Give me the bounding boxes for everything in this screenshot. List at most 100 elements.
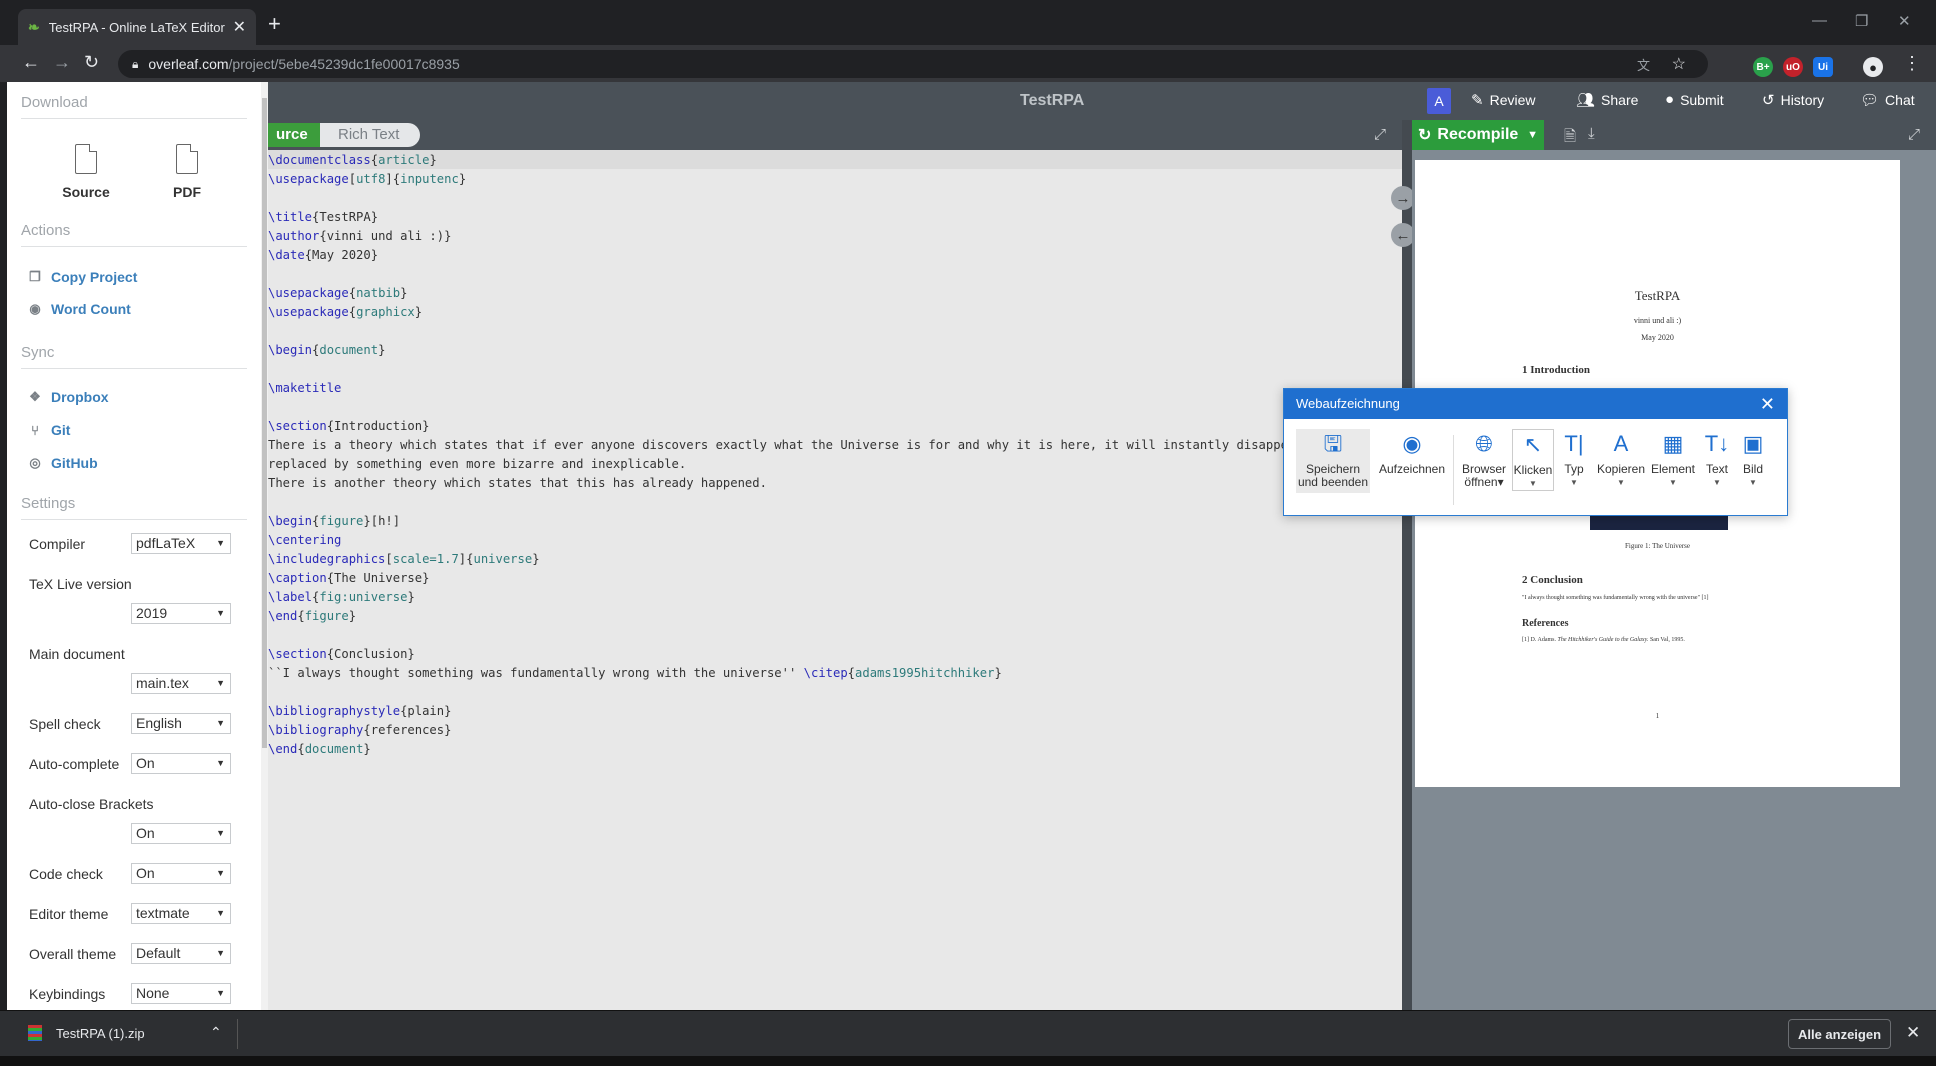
open-browser-button[interactable]: 🌐︎ Browser öffnen▾ xyxy=(1460,429,1508,489)
copy-button[interactable]: A Kopieren ▼ xyxy=(1596,429,1646,489)
save-and-exit-button[interactable]: 🖫︎ Speichern und beenden xyxy=(1296,429,1370,493)
expand-icon[interactable]: ⤢ xyxy=(1908,126,1920,143)
address-bar-row: ← → ↻ 🔒︎ overleaf.com /project/5ebe45239… xyxy=(0,45,1936,82)
close-icon[interactable]: ✕ xyxy=(1906,1023,1920,1043)
element-button[interactable]: ▦ Element ▼ xyxy=(1650,429,1696,489)
compiler-value: pdfLaTeX xyxy=(136,535,196,551)
chevron-down-icon: ▼ xyxy=(216,538,225,548)
github-icon: ◎ xyxy=(29,455,41,470)
reference-title: The Hitchhiker's Guide to the Galaxy. xyxy=(1557,637,1649,643)
reference-author: [1] D. Adams. xyxy=(1522,637,1556,643)
texlive-select[interactable]: 2019 ▼ xyxy=(131,603,231,624)
pdf-file-icon xyxy=(176,144,198,174)
save-label-2: und beenden xyxy=(1297,475,1369,489)
code-content[interactable]: \documentclass{article} \usepackage[utf8… xyxy=(268,151,1354,759)
image-icon: ▣ xyxy=(1742,431,1764,456)
review-button[interactable]: ✎ Review xyxy=(1471,91,1535,109)
translate-icon[interactable]: 文 xyxy=(1637,55,1650,74)
download-pdf-icon[interactable]: ⤓ xyxy=(1588,125,1595,142)
keybindings-value: None xyxy=(136,985,170,1001)
url-input[interactable]: 🔒︎ overleaf.com /project/5ebe45239dc1fe0… xyxy=(118,50,1708,78)
image-button[interactable]: ▣ Bild ▼ xyxy=(1736,429,1770,489)
minimize-icon[interactable]: — xyxy=(1812,12,1827,29)
download-pdf-button[interactable]: PDF xyxy=(152,144,222,200)
show-all-button[interactable]: Alle anzeigen xyxy=(1788,1019,1891,1049)
new-tab-button[interactable]: + xyxy=(268,11,281,37)
record-icon: ◉ xyxy=(1402,431,1422,456)
recompile-label: Recompile xyxy=(1437,126,1519,143)
text-button[interactable]: T↓ Text ▼ xyxy=(1700,429,1734,489)
code-editor[interactable]: \documentclass{article} \usepackage[utf8… xyxy=(268,150,1402,1010)
actions-header: Actions xyxy=(21,222,71,239)
github-link[interactable]: ◎ GitHub xyxy=(29,455,97,471)
overall-theme-select[interactable]: Default ▼ xyxy=(131,943,231,964)
code-check-label: Code check xyxy=(29,866,103,882)
extension-icon[interactable]: B+ xyxy=(1753,57,1773,77)
chevron-down-icon[interactable]: ▼ xyxy=(1527,129,1538,141)
chevron-down-icon: ▼ xyxy=(216,908,225,918)
browser-tab[interactable]: ❧ TestRPA - Online LaTeX Editor Ov ✕ xyxy=(18,9,256,45)
record-button[interactable]: ◉ Aufzeichnen xyxy=(1376,429,1448,476)
keybindings-select[interactable]: None ▼ xyxy=(131,983,231,1004)
reload-icon[interactable]: ↻ xyxy=(84,52,99,73)
browser-tab-bar: ❧ TestRPA - Online LaTeX Editor Ov ✕ + —… xyxy=(0,0,1936,45)
expand-icon[interactable]: ⤢ xyxy=(1374,126,1386,143)
text-scrape-icon: T↓ xyxy=(1704,431,1730,456)
ublock-icon[interactable]: uO xyxy=(1783,57,1803,77)
code-check-select[interactable]: On ▼ xyxy=(131,863,231,884)
chevron-down-icon: ▼ xyxy=(1713,478,1721,487)
history-button[interactable]: ↺ History xyxy=(1762,91,1824,109)
close-tab-icon[interactable]: ✕ xyxy=(233,17,246,37)
compiler-select[interactable]: pdfLaTeX ▼ xyxy=(131,533,231,554)
close-window-icon[interactable]: ✕ xyxy=(1898,12,1911,30)
uipath-extension-icon[interactable]: Ui xyxy=(1813,57,1833,77)
click-button[interactable]: ↖ Klicken ▼ xyxy=(1512,429,1554,491)
forward-icon[interactable]: → xyxy=(53,52,71,73)
type-text-icon: T| xyxy=(1564,431,1584,456)
spell-check-select[interactable]: English ▼ xyxy=(131,713,231,734)
profile-icon[interactable]: ● xyxy=(1863,57,1883,77)
chat-button[interactable]: 💬︎ Chat xyxy=(1860,91,1915,109)
restore-icon[interactable]: ❐ xyxy=(1855,12,1868,30)
tab-rich-text[interactable]: Rich Text xyxy=(338,123,399,147)
chevron-down-icon: ▼ xyxy=(216,868,225,878)
chevron-up-icon[interactable]: ⌃ xyxy=(210,1024,222,1041)
tab-source[interactable]: urce xyxy=(268,123,320,147)
overall-theme-value: Default xyxy=(136,945,181,961)
pdf-toolbar: ↻ Recompile ▼ 🗎︎ ⤓ ⤢ xyxy=(1412,120,1936,150)
back-icon[interactable]: ← xyxy=(22,52,40,73)
git-link[interactable]: ⑂ Git xyxy=(29,422,70,438)
auto-close-select[interactable]: On ▼ xyxy=(131,823,231,844)
pane-splitter[interactable] xyxy=(1402,120,1412,1010)
menu-icon[interactable]: ⋮ xyxy=(1903,53,1921,74)
download-header: Download xyxy=(21,94,88,111)
type-button[interactable]: T| Typ ▼ xyxy=(1556,429,1592,489)
texlive-value: 2019 xyxy=(136,605,168,621)
element-grid-icon: ▦ xyxy=(1662,431,1684,456)
auto-complete-label: Auto-complete xyxy=(29,756,120,772)
editor-theme-select[interactable]: textmate ▼ xyxy=(131,903,231,924)
compiler-label: Compiler xyxy=(29,536,86,552)
project-title[interactable]: TestRPA xyxy=(1020,92,1084,110)
submit-button[interactable]: ● Submit xyxy=(1665,91,1724,108)
main-document-select[interactable]: main.tex ▼ xyxy=(131,673,231,694)
download-pdf-label: PDF xyxy=(173,184,201,200)
recompile-button[interactable]: ↻ Recompile ▼ xyxy=(1412,120,1544,150)
auto-complete-select[interactable]: On ▼ xyxy=(131,753,231,774)
close-icon[interactable]: ✕ xyxy=(1760,389,1775,419)
share-button[interactable]: 👥︎ Share xyxy=(1576,91,1638,109)
download-source-button[interactable]: Source xyxy=(51,144,121,200)
submit-label: Submit xyxy=(1680,91,1724,108)
git-label: Git xyxy=(51,422,71,438)
word-count-link[interactable]: ◉ Word Count xyxy=(29,301,131,317)
bookmark-star-icon[interactable]: ☆ xyxy=(1672,54,1686,74)
dropbox-link[interactable]: ❖ Dropbox xyxy=(29,389,108,405)
copy-project-link[interactable]: ❐ Copy Project xyxy=(29,269,137,285)
divider xyxy=(21,519,247,520)
auto-complete-value: On xyxy=(136,755,155,771)
log-file-icon[interactable]: 🗎︎ xyxy=(1564,126,1576,151)
download-item[interactable]: TestRPA (1).zip xyxy=(28,1025,145,1041)
sidebar-scrollbar-thumb[interactable] xyxy=(262,98,267,748)
dropbox-icon: ❖ xyxy=(29,389,41,404)
review-label: Review xyxy=(1489,92,1536,108)
